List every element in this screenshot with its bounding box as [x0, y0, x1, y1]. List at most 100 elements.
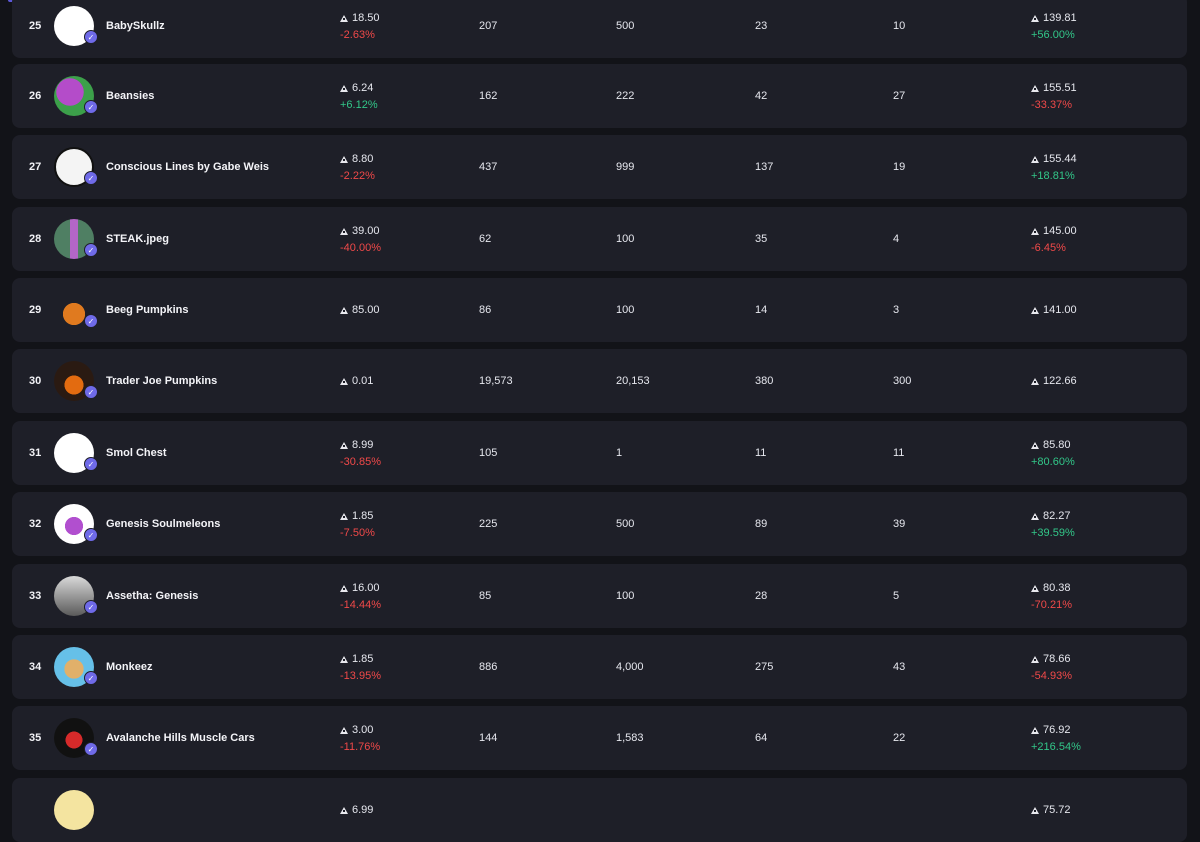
floor-price-change: -14.44% [340, 599, 381, 611]
volume-change: -33.37% [1031, 99, 1072, 111]
table-row[interactable]: 29 ✓ Beeg Pumpkins 85.00 86 100 14 3 141… [12, 278, 1187, 342]
avax-icon [1031, 228, 1039, 235]
collection-name[interactable]: Conscious Lines by Gabe Weis [106, 161, 269, 173]
supply-count: 100 [616, 304, 635, 316]
floor-price: 0.01 [340, 375, 373, 387]
volume: 141.00 [1031, 304, 1077, 316]
collection-name[interactable]: Beeg Pumpkins [106, 304, 189, 316]
rank-number: 34 [29, 661, 42, 673]
table-row[interactable]: 25 ✓ BabySkullz 18.50 -2.63% 207 500 23 … [12, 0, 1187, 58]
collection-name[interactable]: Avalanche Hills Muscle Cars [106, 732, 255, 744]
listed-count: 300 [893, 375, 912, 387]
avax-icon [340, 807, 348, 814]
verified-badge-icon: ✓ [84, 100, 98, 114]
table-row[interactable]: 35 ✓ Avalanche Hills Muscle Cars 3.00 -1… [12, 706, 1187, 770]
rank-number: 28 [29, 233, 42, 245]
collection-name[interactable]: Assetha: Genesis [106, 590, 198, 602]
volume-change: +216.54% [1031, 741, 1081, 753]
avax-icon [340, 513, 348, 520]
floor-price: 1.85 [340, 510, 373, 522]
owners-count: 207 [479, 20, 498, 32]
collection-name[interactable]: Beansies [106, 90, 154, 102]
collection-name[interactable]: Smol Chest [106, 447, 167, 459]
verified-badge-icon: ✓ [84, 314, 98, 328]
owners-count: 105 [479, 447, 498, 459]
owners-count: 162 [479, 90, 498, 102]
verified-badge-icon: ✓ [84, 30, 98, 44]
listed-count: 39 [893, 518, 906, 530]
volume: 145.00 [1031, 225, 1077, 237]
listed-count: 5 [893, 590, 900, 602]
listed-count: 10 [893, 20, 906, 32]
volume: 122.66 [1031, 375, 1077, 387]
listed-count: 3 [893, 304, 900, 316]
owners-count: 85 [479, 590, 492, 602]
table-row[interactable]: 31 ✓ Smol Chest 8.99 -30.85% 105 1 11 11… [12, 421, 1187, 485]
volume: 85.80 [1031, 439, 1071, 451]
avax-icon [340, 307, 348, 314]
sales-count: 137 [755, 161, 774, 173]
supply-count: 100 [616, 233, 635, 245]
supply-count: 1 [616, 447, 623, 459]
avax-icon [340, 656, 348, 663]
verified-badge-icon: ✓ [84, 243, 98, 257]
supply-count: 4,000 [616, 661, 644, 673]
table-row[interactable]: 27 ✓ Conscious Lines by Gabe Weis 8.80 -… [12, 135, 1187, 199]
collection-name[interactable]: Trader Joe Pumpkins [106, 375, 217, 387]
floor-price-value: 3.00 [352, 724, 374, 736]
volume-value: 78.66 [1043, 653, 1071, 665]
owners-count: 86 [479, 304, 492, 316]
sales-count: 64 [755, 732, 768, 744]
rank-number: 26 [29, 90, 42, 102]
rank-number: 33 [29, 590, 42, 602]
verified-badge-icon: ✓ [84, 171, 98, 185]
floor-price-value: 8.99 [352, 439, 374, 451]
avax-icon [1031, 442, 1039, 449]
floor-price-change: -7.50% [340, 527, 375, 539]
collection-name[interactable]: BabySkullz [106, 20, 165, 32]
volume-value: 76.92 [1043, 724, 1071, 736]
owners-count: 886 [479, 661, 498, 673]
floor-price-value: 6.99 [352, 804, 374, 816]
floor-price: 8.99 [340, 439, 373, 451]
rank-number: 31 [29, 447, 42, 459]
table-row[interactable]: 33 ✓ Assetha: Genesis 16.00 -14.44% 85 1… [12, 564, 1187, 628]
collection-name[interactable]: STEAK.jpeg [106, 233, 169, 245]
floor-price-value: 85.00 [352, 304, 380, 316]
table-row[interactable]: 28 ✓ STEAK.jpeg 39.00 -40.00% 62 100 35 … [12, 207, 1187, 271]
volume-change: +39.59% [1031, 527, 1075, 539]
listed-count: 22 [893, 732, 906, 744]
sales-count: 89 [755, 518, 768, 530]
volume-value: 155.51 [1043, 82, 1077, 94]
rank-number: 30 [29, 375, 42, 387]
table-row[interactable]: 26 ✓ Beansies 6.24 +6.12% 162 222 42 27 … [12, 64, 1187, 128]
rank-number: 29 [29, 304, 42, 316]
table-row[interactable]: 34 ✓ Monkeez 1.85 -13.95% 886 4,000 275 … [12, 635, 1187, 699]
volume: 82.27 [1031, 510, 1071, 522]
supply-count: 100 [616, 590, 635, 602]
supply-count: 20,153 [616, 375, 650, 387]
collection-name[interactable]: Genesis Soulmeleons [106, 518, 220, 530]
floor-price-value: 0.01 [352, 375, 374, 387]
floor-price-change: -40.00% [340, 242, 381, 254]
table-row[interactable]: 32 ✓ Genesis Soulmeleons 1.85 -7.50% 225… [12, 492, 1187, 556]
volume: 155.51 [1031, 82, 1077, 94]
avax-icon [1031, 85, 1039, 92]
collection-name[interactable]: Monkeez [106, 661, 152, 673]
table-row[interactable]: 30 ✓ Trader Joe Pumpkins 0.01 19,573 20,… [12, 349, 1187, 413]
floor-price: 6.24 [340, 82, 373, 94]
floor-price-value: 1.85 [352, 653, 374, 665]
volume-value: 141.00 [1043, 304, 1077, 316]
floor-price: 6.99 [340, 804, 373, 816]
table-row[interactable]: 6.99 75.72 [12, 778, 1187, 842]
volume-value: 139.81 [1043, 12, 1077, 24]
sales-count: 14 [755, 304, 768, 316]
volume-change: -70.21% [1031, 599, 1072, 611]
volume-change: -54.93% [1031, 670, 1072, 682]
avax-icon [1031, 585, 1039, 592]
avax-icon [340, 228, 348, 235]
volume: 139.81 [1031, 12, 1077, 24]
owners-count: 19,573 [479, 375, 513, 387]
floor-price-change: -30.85% [340, 456, 381, 468]
partial-avatar-icon[interactable] [54, 790, 94, 830]
